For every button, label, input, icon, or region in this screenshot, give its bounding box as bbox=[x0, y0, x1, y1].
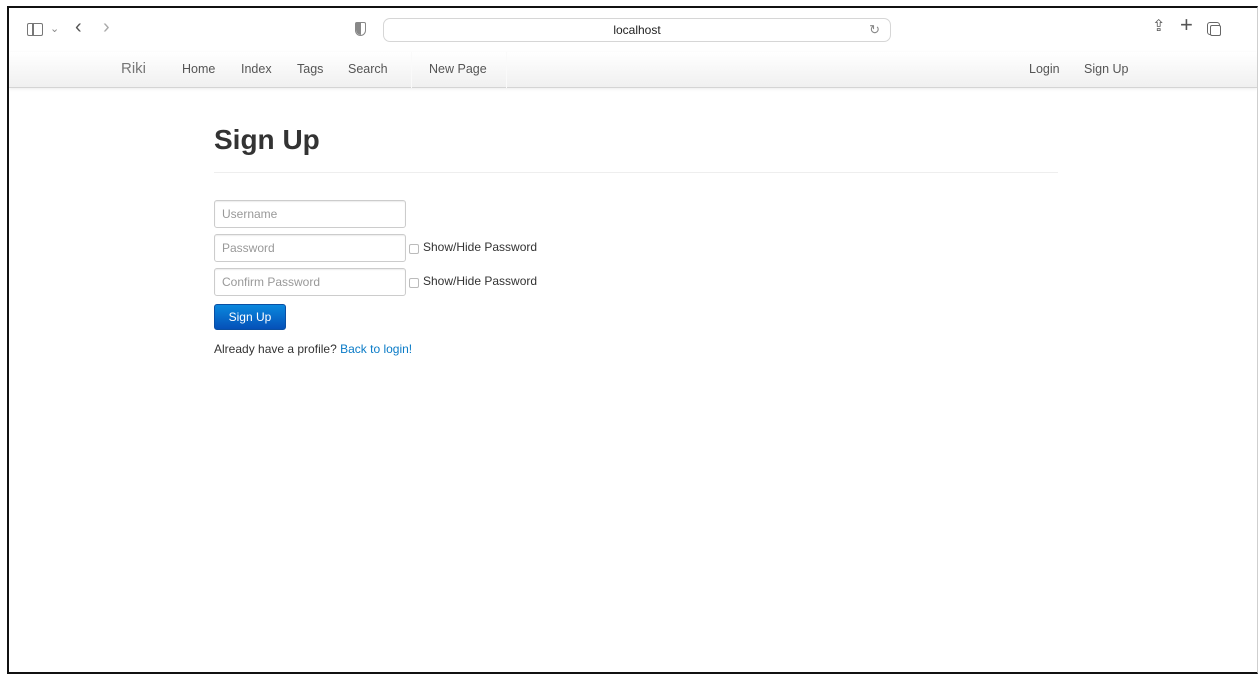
address-bar[interactable]: localhost ↻ bbox=[383, 18, 891, 42]
show-password-checkbox[interactable] bbox=[409, 243, 419, 254]
tab-overview-icon[interactable] bbox=[1207, 22, 1221, 36]
reload-icon[interactable]: ↻ bbox=[869, 19, 880, 41]
nav-search[interactable]: Search bbox=[348, 62, 388, 76]
share-icon[interactable]: ⇪ bbox=[1152, 19, 1165, 35]
address-bar-url: localhost bbox=[613, 23, 661, 37]
site-navbar: Riki Home Index Tags Search New Page Log… bbox=[9, 52, 1257, 88]
nav-tags[interactable]: Tags bbox=[297, 62, 323, 76]
show-hide-password-toggle[interactable]: Show/Hide Password bbox=[409, 240, 537, 254]
password-field[interactable] bbox=[214, 234, 406, 262]
sign-up-button[interactable]: Sign Up bbox=[214, 304, 286, 330]
nav-home[interactable]: Home bbox=[182, 62, 215, 76]
toggle-label: Show/Hide Password bbox=[423, 274, 538, 288]
confirm-password-field[interactable] bbox=[214, 268, 406, 296]
sidebar-toggle-icon[interactable] bbox=[27, 23, 43, 36]
nav-login[interactable]: Login bbox=[1029, 62, 1060, 76]
new-tab-icon[interactable]: + bbox=[1180, 14, 1193, 36]
profile-prompt-text: Already have a profile? bbox=[214, 342, 337, 356]
chevron-down-icon[interactable]: ⌄ bbox=[50, 21, 59, 37]
privacy-shield-icon[interactable] bbox=[355, 22, 366, 36]
username-field[interactable] bbox=[214, 200, 406, 228]
show-confirm-checkbox[interactable] bbox=[409, 277, 419, 288]
nav-sign-up[interactable]: Sign Up bbox=[1084, 62, 1128, 76]
login-prompt: Already have a profile? Back to login! bbox=[214, 342, 412, 356]
page-title: Sign Up bbox=[214, 124, 320, 155]
show-hide-confirm-toggle[interactable]: Show/Hide Password bbox=[409, 274, 537, 288]
nav-divider bbox=[411, 52, 412, 88]
title-divider bbox=[214, 172, 1058, 173]
nav-new-page[interactable]: New Page bbox=[429, 62, 487, 76]
brand-logo[interactable]: Riki bbox=[121, 60, 146, 77]
back-arrow-icon[interactable]: ‹ bbox=[75, 17, 82, 37]
browser-toolbar: ⌄ ‹ › localhost ↻ ⇪ + bbox=[9, 8, 1257, 52]
browser-window: ⌄ ‹ › localhost ↻ ⇪ + Riki Home Index Ta… bbox=[7, 6, 1258, 674]
toggle-label: Show/Hide Password bbox=[423, 240, 538, 254]
nav-index[interactable]: Index bbox=[241, 62, 272, 76]
nav-divider bbox=[506, 52, 507, 88]
forward-arrow-icon[interactable]: › bbox=[103, 17, 110, 37]
back-to-login-link[interactable]: Back to login! bbox=[340, 342, 412, 356]
